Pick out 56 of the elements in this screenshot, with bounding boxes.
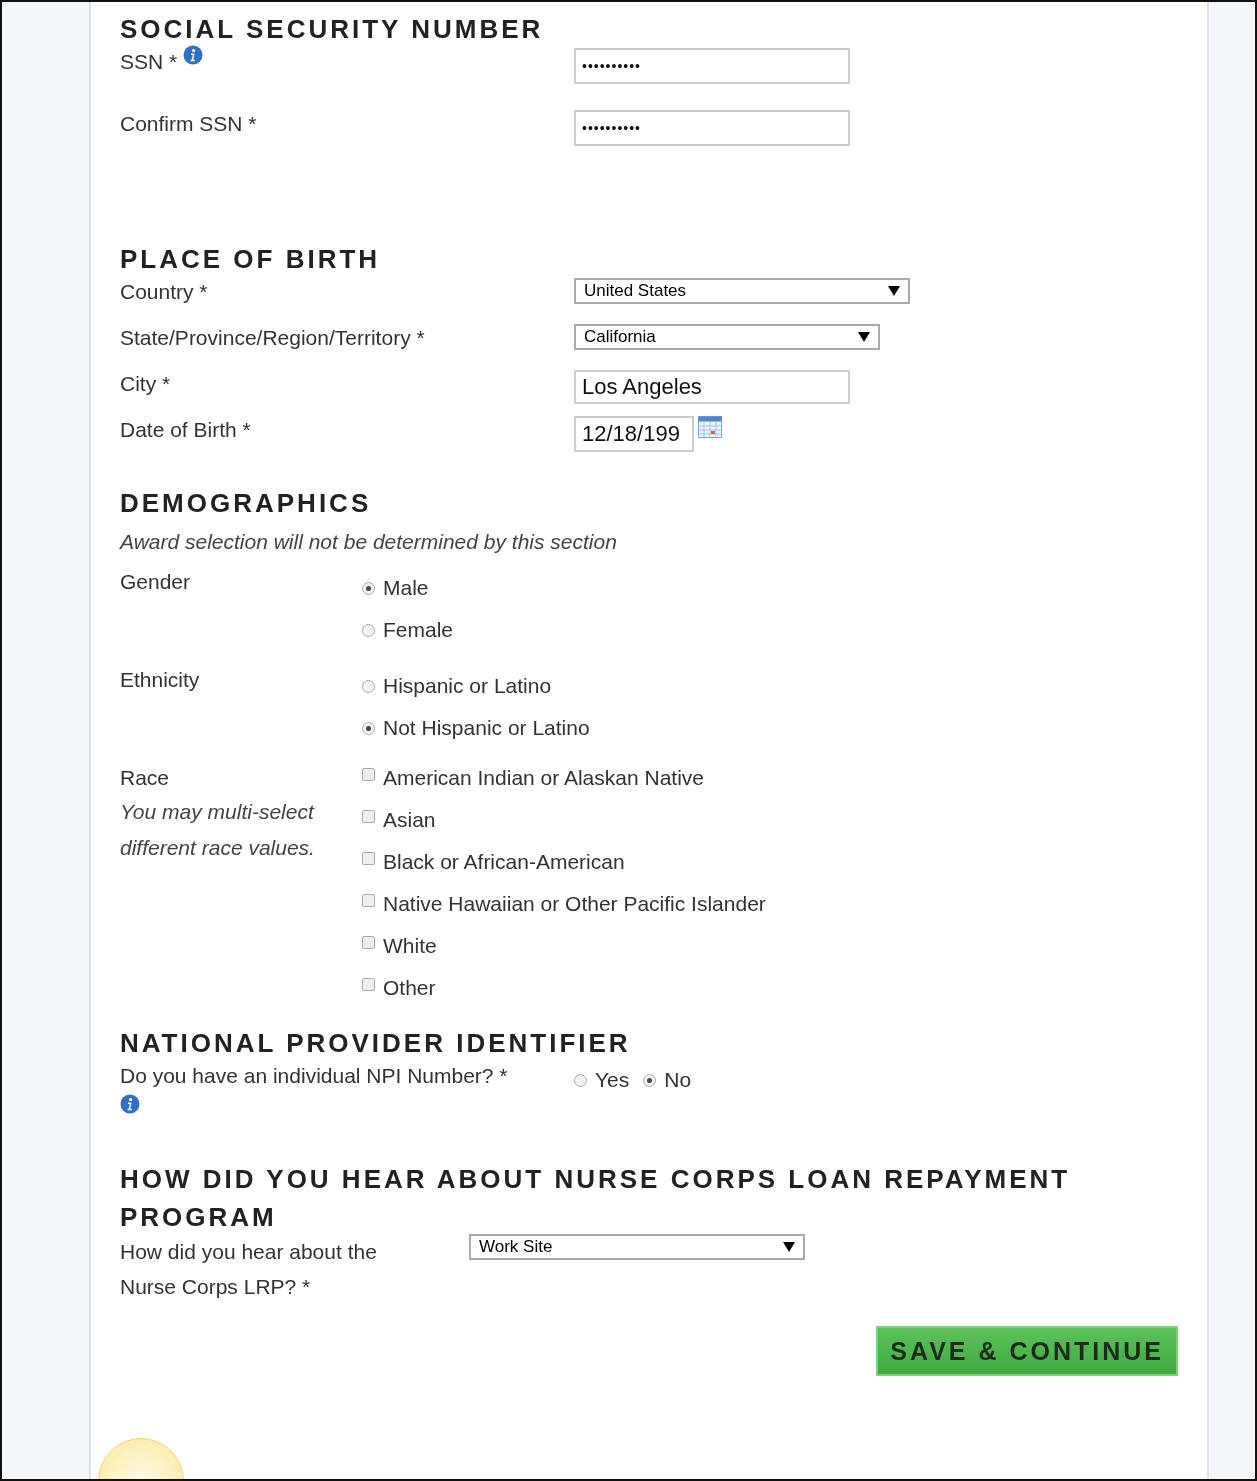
option-label[interactable]: Black or African-American [383, 848, 625, 876]
field-label: Confirm SSN * [120, 111, 257, 137]
option-label[interactable]: Male [383, 574, 429, 602]
option-label[interactable]: White [383, 932, 437, 960]
radio-button[interactable] [362, 721, 375, 735]
checkbox[interactable] [362, 894, 375, 907]
save-continue-button[interactable]: SAVE & CONTINUE [876, 1326, 1178, 1376]
caret-icon [858, 332, 870, 342]
text-field[interactable]: Los Angeles [574, 370, 850, 404]
option-label[interactable]: Native Hawaiian or Other Pacific Islander [383, 890, 766, 918]
field-label: Ethnicity [120, 667, 200, 693]
field-label: State/Province/Region/Territory * [120, 325, 425, 351]
option-label[interactable]: No [664, 1066, 692, 1094]
dropdown[interactable]: California [574, 324, 880, 350]
password-field[interactable]: •••••••••• [574, 48, 850, 84]
field-label: Gender [120, 569, 191, 595]
section-heading: PLACE OF BIRTH [120, 243, 382, 276]
field-label: Do you have an individual NPI Number? * [120, 1063, 508, 1089]
option-label[interactable]: Other [383, 974, 436, 1002]
dropdown[interactable]: United States [574, 278, 910, 304]
option-label[interactable]: Hispanic or Latino [383, 672, 552, 700]
option-label[interactable]: Female [383, 616, 454, 644]
section-note: Award selection will not be determined by this section [120, 530, 618, 554]
radio-button[interactable] [362, 623, 375, 637]
field-hint: You may multi-select different race values. [120, 799, 316, 861]
radio-button[interactable] [362, 679, 375, 693]
section-heading: DEMOGRAPHICS [120, 487, 373, 520]
checkbox[interactable] [362, 768, 375, 781]
section-heading: HOW DID YOU HEAR ABOUT NURSE CORPS LOAN REPAYMENT PROGRAM [120, 1163, 1072, 1234]
calendar-icon[interactable] [698, 416, 722, 438]
section-heading: SOCIAL SECURITY NUMBER [120, 13, 545, 46]
field-label: Race [120, 765, 170, 791]
field-label: City * [120, 371, 171, 397]
caret-icon [888, 286, 900, 296]
field-label: How did you hear about the Nurse Corps LRP? * [120, 1239, 378, 1300]
radio-button[interactable] [362, 581, 375, 595]
option-label[interactable]: Yes [595, 1066, 630, 1094]
password-field[interactable]: •••••••••• [574, 110, 850, 146]
checkbox[interactable] [362, 852, 375, 865]
info-icon[interactable] [120, 1094, 140, 1114]
radio-button[interactable] [643, 1073, 657, 1087]
checkbox[interactable] [362, 810, 375, 823]
checkbox[interactable] [362, 936, 375, 949]
option-label[interactable]: Asian [383, 806, 436, 834]
info-icon[interactable] [183, 45, 204, 65]
date-field[interactable]: 12/18/199 [574, 416, 694, 452]
option-label[interactable]: Not Hispanic or Latino [383, 714, 590, 742]
section-heading: NATIONAL PROVIDER IDENTIFIER [120, 1027, 632, 1060]
field-label: Date of Birth * [120, 417, 251, 443]
radio-button[interactable] [574, 1073, 587, 1087]
field-label: SSN * [120, 49, 178, 75]
caret-icon [783, 1242, 795, 1252]
field-label: Country * [120, 279, 208, 305]
option-label[interactable]: American Indian or Alaskan Native [383, 764, 704, 792]
checkbox[interactable] [362, 978, 375, 991]
dropdown[interactable]: Work Site [469, 1234, 805, 1260]
